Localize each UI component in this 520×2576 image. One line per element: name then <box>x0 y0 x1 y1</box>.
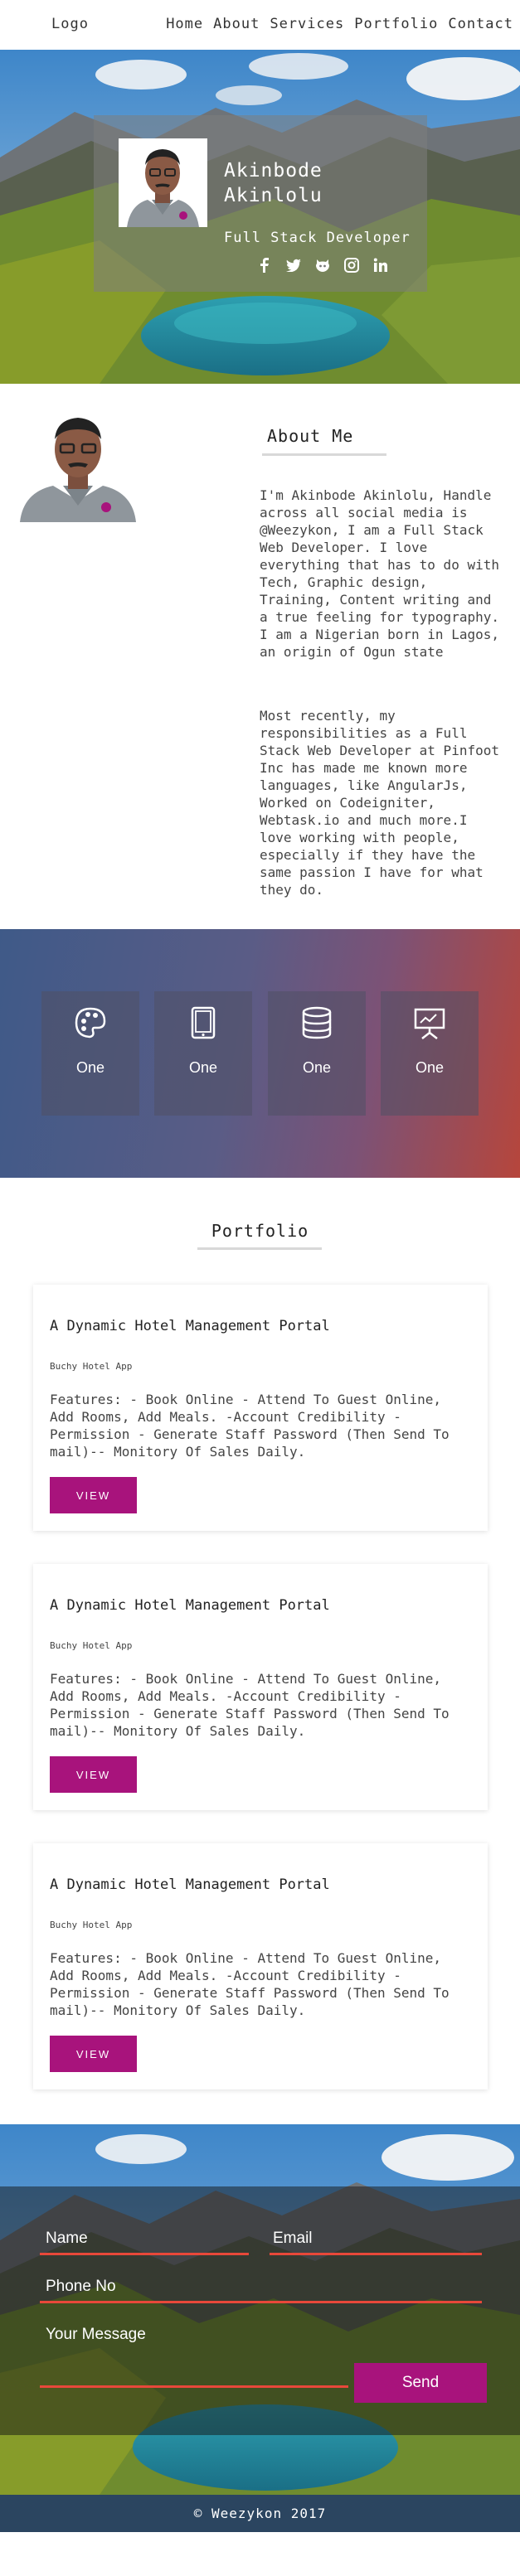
nav-link-portfolio[interactable]: Portfolio <box>354 16 438 32</box>
logo[interactable]: Logo <box>51 16 89 32</box>
profile-role: Full Stack Developer <box>224 230 411 246</box>
service-label: One <box>75 1059 105 1076</box>
name-label: Name <box>46 2230 88 2247</box>
social-links <box>257 258 388 273</box>
about-paragraph-2: Most recently, my responsibilities as a … <box>260 708 499 898</box>
nav-link-about[interactable]: About <box>213 16 260 32</box>
portfolio-card-description: Features: - Book Online - Attend To Gues… <box>50 1671 450 1739</box>
send-button[interactable]: Send <box>354 2363 487 2403</box>
database-icon <box>300 1006 333 1039</box>
portfolio-card-subtitle: Buchy Hotel App <box>50 1640 133 1651</box>
about-paragraph-1: I'm Akinbode Akinlolu, Handle across all… <box>260 487 499 660</box>
profile-card: Akinbode Akinlolu Full Stack Developer <box>94 115 427 292</box>
portfolio-divider <box>197 1247 322 1250</box>
nav-links: Home About Services Portfolio Contact <box>166 16 513 32</box>
instagram-icon[interactable] <box>344 258 359 273</box>
about-divider <box>262 453 386 456</box>
hero-section: Akinbode Akinlolu Full Stack Developer <box>0 50 520 384</box>
profile-name: Akinbode Akinlolu <box>224 160 323 206</box>
email-label: Email <box>273 2230 313 2247</box>
portfolio-card-1: A Dynamic Hotel Management Portal Buchy … <box>33 1285 488 1531</box>
name-field[interactable] <box>40 2253 249 2255</box>
about-heading: About Me <box>267 426 354 446</box>
services-section: One One One One <box>0 929 520 1178</box>
service-card-3[interactable]: One <box>268 991 366 1116</box>
portfolio-heading: Portfolio <box>211 1221 309 1241</box>
portfolio-card-description: Features: - Book Online - Attend To Gues… <box>50 1950 450 2018</box>
service-label: One <box>188 1059 218 1076</box>
linkedin-icon[interactable] <box>373 258 388 273</box>
contact-section: Name Email Phone No Your Message Send <box>0 2124 520 2495</box>
portfolio-card-title: A Dynamic Hotel Management Portal <box>50 1876 330 1893</box>
service-card-1[interactable]: One <box>41 991 139 1116</box>
message-label: Your Message <box>46 2326 146 2343</box>
message-field[interactable] <box>40 2385 348 2388</box>
service-card-2[interactable]: One <box>154 991 252 1116</box>
facebook-icon[interactable] <box>257 258 272 273</box>
nav-link-home[interactable]: Home <box>166 16 203 32</box>
service-label: One <box>302 1059 332 1076</box>
palette-icon <box>74 1006 107 1039</box>
profile-avatar <box>119 138 207 227</box>
github-icon[interactable] <box>315 258 330 273</box>
view-button[interactable]: VIEW <box>50 1477 137 1513</box>
about-avatar <box>17 406 139 522</box>
portfolio-card-title: A Dynamic Hotel Management Portal <box>50 1597 330 1614</box>
view-button[interactable]: VIEW <box>50 1756 137 1793</box>
view-button[interactable]: VIEW <box>50 2036 137 2072</box>
footer: © Weezykon 2017 <box>0 2495 520 2532</box>
phone-field[interactable] <box>40 2301 482 2303</box>
portfolio-card-subtitle: Buchy Hotel App <box>50 1920 133 1930</box>
tablet-icon <box>187 1006 220 1039</box>
twitter-icon[interactable] <box>286 258 301 273</box>
nav-link-contact[interactable]: Contact <box>448 16 513 32</box>
nav-link-services[interactable]: Services <box>270 16 344 32</box>
portfolio-card-subtitle: Buchy Hotel App <box>50 1361 133 1372</box>
phone-label: Phone No <box>46 2278 116 2295</box>
service-label: One <box>415 1059 445 1076</box>
portfolio-card-title: A Dynamic Hotel Management Portal <box>50 1318 330 1334</box>
portfolio-card-description: Features: - Book Online - Attend To Gues… <box>50 1392 450 1460</box>
email-field[interactable] <box>270 2253 482 2255</box>
portfolio-card-3: A Dynamic Hotel Management Portal Buchy … <box>33 1843 488 2089</box>
portfolio-card-2: A Dynamic Hotel Management Portal Buchy … <box>33 1564 488 1810</box>
top-navbar: Logo Home About Services Portfolio Conta… <box>0 0 520 50</box>
presentation-icon <box>413 1006 446 1039</box>
service-card-4[interactable]: One <box>381 991 479 1116</box>
